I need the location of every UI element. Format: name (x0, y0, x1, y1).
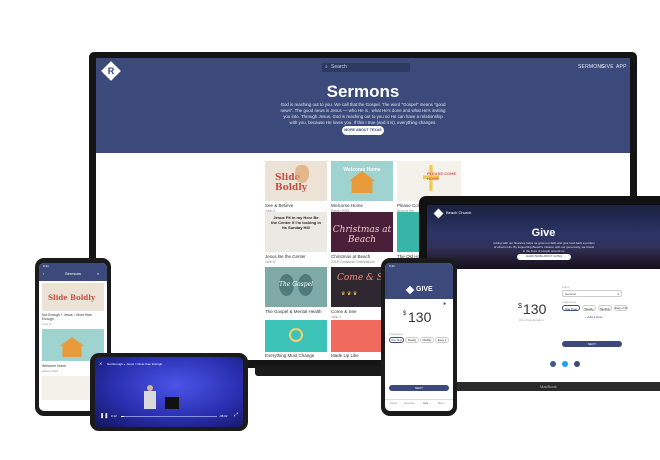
twitter-icon[interactable] (562, 361, 568, 367)
church-name: Beach Church (446, 210, 472, 215)
search-icon: ⌕ (325, 64, 328, 70)
frequency-every-2[interactable]: Every 2 (435, 337, 449, 343)
heart-art-icon (295, 165, 309, 183)
more-about-button[interactable]: MORE ABOUT TEXAS (342, 126, 384, 135)
fund-value: General (565, 292, 576, 296)
next-button[interactable]: NEXT (389, 385, 449, 391)
give-description: Giving with our finances helps us grow o… (493, 241, 595, 253)
phone-right-screen: 9:41 GIVE ● $ 130 Frequency One Time Wee… (385, 263, 453, 411)
instagram-icon[interactable] (574, 361, 580, 367)
list-item-title: Not Enough + Jesus = More than Enough (42, 313, 92, 321)
tab-bar: Home Sermons Give More (385, 399, 453, 411)
sermons-hero: R ⌕ Search SERMONS GIVE APP Sermons God … (96, 58, 630, 153)
pulpit (165, 397, 179, 409)
tab-more[interactable]: More (438, 402, 444, 405)
card-title: Everything Must Change (265, 353, 315, 358)
sermon-card-gospel[interactable]: The Gospel (265, 267, 327, 307)
tab-sermons[interactable]: Sermons (404, 402, 414, 405)
frequency-weekly[interactable]: Weekly (405, 337, 419, 343)
sermon-card-everything-must-change[interactable] (265, 320, 327, 352)
church-logo[interactable]: R (101, 61, 121, 81)
give-title: GIVE (416, 286, 433, 293)
give-hero: Beach Church Give Giving with our financ… (427, 205, 660, 269)
list-item-sub: Luke 9 (42, 322, 52, 326)
search-input[interactable]: ⌕ Search (322, 63, 410, 72)
tab-give[interactable]: Give (423, 402, 428, 405)
list-item-sub: Easter 2018 (42, 369, 59, 373)
fullscreen-icon[interactable]: ⤢ (234, 412, 238, 418)
nav-give[interactable]: GIVE (601, 64, 614, 70)
currency-symbol: $ (518, 303, 522, 310)
frequency-label: Frequency (389, 332, 404, 336)
church-logo[interactable] (433, 208, 444, 219)
phone-give-header: 9:41 GIVE (385, 263, 453, 299)
phone-header: 9:41 Sermons ‹ ⌕ (39, 263, 107, 281)
sermon-card-welcome-home[interactable]: Welcome Home (331, 161, 393, 201)
frequency-one-time[interactable]: One Time (389, 337, 404, 343)
card-art-text: Welcome Home (343, 167, 381, 173)
give-title: Give (531, 227, 556, 239)
add-note-link[interactable]: + Add a Note (585, 315, 602, 319)
card-title: See & Believe (265, 203, 294, 208)
amount-note: One time donation (519, 318, 544, 322)
user-icon[interactable]: ● (443, 301, 446, 307)
sermon-card-please-come-home[interactable]: PLEASE COME HOME (397, 161, 461, 201)
chevron-down-icon: ▾ (617, 292, 619, 296)
sermon-card-see-believe[interactable]: Slide Boldly (265, 161, 327, 201)
card-sub: John 5 (265, 260, 276, 264)
frequency-monthly[interactable]: Monthly (420, 337, 434, 343)
video-title: Not Enough + Jesus = More than Enough (107, 362, 163, 366)
church-logo (405, 285, 415, 295)
card-art-text: Jesus Fit in my Here Be the Center If I'… (271, 215, 321, 230)
progress-fill (121, 416, 124, 417)
card-title: The Gospel & Mental Health (265, 309, 322, 314)
frequency-every-2-weeks[interactable]: Every 2 Weeks (614, 305, 628, 311)
pause-icon[interactable]: ❚❚ (100, 413, 108, 419)
sermon-card-jesus-center[interactable]: Jesus Fit in my Here Be the Center If I'… (265, 212, 327, 252)
card-art-text: The Gospel (278, 281, 314, 288)
search-placeholder: Search (331, 64, 347, 70)
card-art-text: PLEASE COME HOME (427, 171, 457, 181)
frequency-monthly[interactable]: Monthly (598, 305, 612, 311)
hero-description: God is reaching out to you. We call that… (280, 102, 446, 125)
nav-app[interactable]: APP (616, 64, 627, 70)
frequency-label: Frequency (562, 300, 577, 304)
sun-art-icon (289, 328, 303, 342)
card-title: Welcome Home (331, 203, 363, 208)
facebook-icon[interactable] (550, 361, 556, 367)
house-art-icon (349, 171, 375, 193)
search-icon[interactable]: ⌕ (97, 271, 99, 276)
laptop-brand: MacBook (540, 384, 557, 389)
sermon-card-christmas[interactable]: Christmas at Beach (331, 212, 393, 252)
list-item-title: Welcome Home (42, 364, 67, 368)
house-art-icon (60, 337, 84, 357)
page-title: Sermons (326, 82, 400, 101)
currency-symbol: $ (403, 311, 407, 317)
fund-label: Fund (562, 285, 569, 289)
card-title: Jesus Be the Center (265, 254, 306, 259)
back-icon[interactable]: ‹ (43, 271, 44, 276)
amount-value[interactable]: 130 (523, 301, 546, 317)
learn-more-button[interactable]: LEARN MORE ABOUT GIVING (517, 254, 571, 260)
amount-value[interactable]: 130 (408, 309, 431, 325)
sermon-thumb[interactable]: Slide Boldly (42, 283, 104, 311)
speaker-body (144, 391, 156, 409)
progress-track[interactable] (121, 416, 217, 417)
card-title: Christmas at Beach (331, 254, 371, 259)
frequency-one-time[interactable]: One Time (562, 305, 580, 311)
video-player[interactable]: Not Enough + Jesus = More than Enough ✕ … (95, 357, 243, 427)
next-button[interactable]: NEXT (562, 341, 622, 347)
card-art-text: Christmas at Beach (332, 225, 392, 245)
close-icon[interactable]: ✕ (99, 361, 102, 366)
frequency-weekly[interactable]: Weekly (582, 305, 596, 311)
tab-home[interactable]: Home (390, 402, 397, 405)
time-elapsed: 0:12 (111, 414, 117, 418)
time-remaining: -38:02 (219, 414, 228, 418)
status-time: 9:41 (389, 264, 395, 268)
fund-select[interactable]: General ▾ (562, 290, 622, 297)
card-art-text: Slide Boldly (48, 293, 96, 302)
crown-art-icon: ♛ ♛ ♛ (341, 291, 358, 297)
status-time: 9:41 (43, 264, 49, 268)
laptop-screen: Beach Church Give Giving with our financ… (427, 205, 660, 382)
